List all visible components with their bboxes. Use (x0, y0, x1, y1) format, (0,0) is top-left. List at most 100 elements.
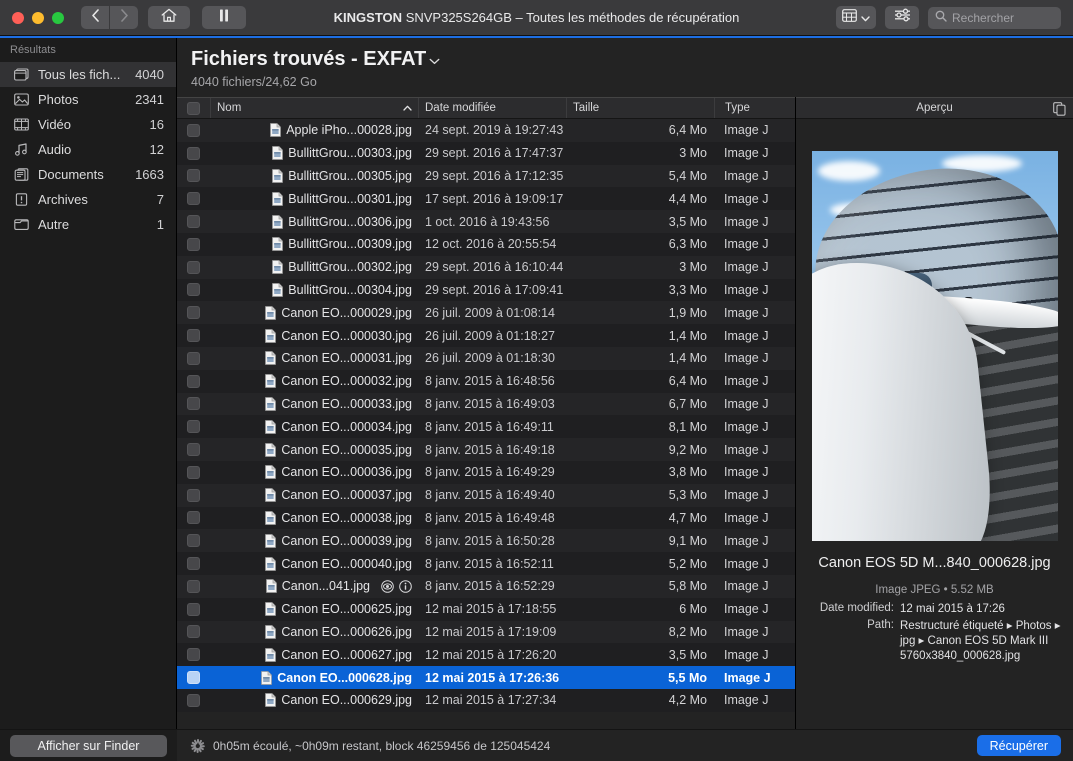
table-row[interactable]: Canon EO...000627.jpg 12 mai 2015 à 17:26… (177, 643, 795, 667)
row-checkbox-cell[interactable] (177, 260, 210, 274)
table-row[interactable]: BullittGrou...00302.jpg 29 sept. 2016 à 1… (177, 255, 795, 279)
table-row[interactable]: BullittGrou...00305.jpg 29 sept. 2016 à 1… (177, 164, 795, 188)
row-checkbox-cell[interactable] (177, 648, 210, 662)
table-row[interactable]: BullittGrou...00309.jpg 12 oct. 2016 à 20… (177, 232, 795, 256)
table-row[interactable]: Canon EO...000031.jpg 26 juil. 2009 à 01:… (177, 346, 795, 370)
row-checkbox-cell[interactable] (177, 693, 210, 707)
row-checkbox-cell[interactable] (177, 237, 210, 251)
minimize-window-button[interactable] (32, 11, 44, 24)
table-row[interactable]: Canon EO...000030.jpg 26 juil. 2009 à 01:… (177, 324, 795, 347)
file-list[interactable]: Apple iPho...00028.jpg 24 sept. 2019 à 19… (177, 119, 795, 729)
row-checkbox-cell[interactable] (177, 625, 210, 639)
copy-icon[interactable] (1053, 102, 1066, 119)
filter-settings-button[interactable] (885, 6, 919, 29)
row-checkbox-cell[interactable] (177, 443, 210, 457)
row-checkbox[interactable] (187, 169, 200, 183)
close-window-button[interactable] (12, 11, 24, 24)
table-row[interactable]: Canon EO...000038.jpg 8 janv. 2015 à 16:4… (177, 506, 795, 530)
row-checkbox-cell[interactable] (177, 602, 210, 616)
row-checkbox[interactable] (187, 329, 200, 343)
row-checkbox[interactable] (187, 215, 200, 229)
row-checkbox-cell[interactable] (177, 374, 210, 388)
row-checkbox[interactable] (187, 579, 200, 593)
table-row[interactable]: Canon EO...000628.jpg 12 mai 2015 à 17:26… (177, 666, 795, 689)
row-checkbox-cell[interactable] (177, 283, 210, 297)
show-in-finder-button[interactable]: Afficher sur Finder (10, 734, 167, 757)
row-checkbox[interactable] (187, 306, 200, 320)
table-row[interactable]: Canon EO...000040.jpg 8 janv. 2015 à 16:5… (177, 552, 795, 575)
table-row[interactable]: Canon...041.jpg 8 janv. 2015 à 16:52:29 5,… (177, 574, 795, 598)
row-checkbox[interactable] (187, 625, 200, 639)
row-checkbox[interactable] (187, 192, 200, 206)
column-header-size[interactable]: Taille (566, 98, 714, 118)
table-row[interactable]: Canon EO...000032.jpg 8 janv. 2015 à 16:4… (177, 369, 795, 393)
row-checkbox-cell[interactable] (177, 420, 210, 434)
home-button[interactable] (148, 6, 190, 29)
row-checkbox-cell[interactable] (177, 351, 210, 365)
column-header-date[interactable]: Date modifiée (418, 98, 566, 118)
table-row[interactable]: Canon EO...000039.jpg 8 janv. 2015 à 16:5… (177, 529, 795, 553)
column-header-name[interactable]: Nom (210, 98, 418, 118)
row-checkbox-cell[interactable] (177, 215, 210, 229)
sidebar-item-audio[interactable]: Audio 12 (0, 137, 176, 162)
sidebar-item-photos[interactable]: Photos 2341 (0, 87, 176, 112)
table-row[interactable]: Canon EO...000035.jpg 8 janv. 2015 à 16:4… (177, 438, 795, 461)
row-checkbox[interactable] (187, 420, 200, 434)
row-checkbox-cell[interactable] (177, 557, 210, 571)
preview-image[interactable] (811, 151, 1058, 541)
row-checkbox[interactable] (187, 283, 200, 297)
row-checkbox-cell[interactable] (177, 169, 210, 183)
row-checkbox[interactable] (187, 648, 200, 662)
table-row[interactable]: Canon EO...000036.jpg 8 janv. 2015 à 16:4… (177, 460, 795, 484)
sidebar-item-all-files[interactable]: Tous les fich... 4040 (0, 62, 176, 87)
row-checkbox[interactable] (187, 351, 200, 365)
row-checkbox-cell[interactable] (177, 511, 210, 525)
row-checkbox-cell[interactable] (177, 306, 210, 320)
sidebar-item-documents[interactable]: Documents 1663 (0, 162, 176, 187)
table-row[interactable]: Apple iPho...00028.jpg 24 sept. 2019 à 19… (177, 119, 795, 142)
table-row[interactable]: Canon EO...000037.jpg 8 janv. 2015 à 16:4… (177, 483, 795, 507)
view-mode-button[interactable] (836, 6, 876, 29)
zoom-window-button[interactable] (52, 11, 64, 24)
table-row[interactable]: Canon EO...000029.jpg 26 juil. 2009 à 01:… (177, 301, 795, 325)
row-checkbox-cell[interactable] (177, 397, 210, 411)
table-row[interactable]: Canon EO...000625.jpg 12 mai 2015 à 17:18… (177, 597, 795, 621)
row-checkbox[interactable] (187, 488, 200, 502)
row-checkbox-cell[interactable] (177, 123, 210, 137)
row-checkbox[interactable] (187, 693, 200, 707)
table-row[interactable]: Canon EO...000629.jpg 12 mai 2015 à 17:27… (177, 688, 795, 712)
row-checkbox[interactable] (187, 511, 200, 525)
select-all-checkbox[interactable] (187, 101, 200, 115)
back-button[interactable] (81, 6, 109, 29)
sidebar-item-other[interactable]: Autre 1 (0, 212, 176, 237)
row-checkbox[interactable] (187, 465, 200, 479)
recover-button[interactable]: Récupérer (976, 735, 1061, 756)
row-checkbox-cell[interactable] (177, 465, 210, 479)
pause-scan-button[interactable] (202, 6, 246, 29)
row-checkbox-cell[interactable] (177, 488, 210, 502)
table-row[interactable]: BullittGrou...00304.jpg 29 sept. 2016 à 1… (177, 278, 795, 302)
info-icon[interactable] (399, 580, 412, 593)
column-header-type[interactable]: Type (714, 98, 795, 118)
column-header-checkbox[interactable] (177, 98, 210, 118)
row-checkbox-cell[interactable] (177, 329, 210, 343)
sidebar-item-video[interactable]: Vidéo 16 (0, 112, 176, 137)
row-checkbox-cell[interactable] (177, 579, 210, 593)
row-checkbox[interactable] (187, 602, 200, 616)
row-checkbox[interactable] (187, 671, 200, 685)
forward-button[interactable] (110, 6, 138, 29)
chevron-down-icon[interactable] (429, 48, 440, 71)
table-row[interactable]: Canon EO...000033.jpg 8 janv. 2015 à 16:4… (177, 392, 795, 416)
row-checkbox[interactable] (187, 146, 200, 160)
row-checkbox[interactable] (187, 557, 200, 571)
row-checkbox-cell[interactable] (177, 671, 210, 685)
table-row[interactable]: Canon EO...000034.jpg 8 janv. 2015 à 16:4… (177, 415, 795, 439)
row-checkbox-cell[interactable] (177, 534, 210, 548)
row-checkbox-cell[interactable] (177, 192, 210, 206)
table-row[interactable]: BullittGrou...00301.jpg 17 sept. 2016 à 1… (177, 187, 795, 211)
row-checkbox[interactable] (187, 123, 200, 137)
row-checkbox[interactable] (187, 534, 200, 548)
row-checkbox[interactable] (187, 397, 200, 411)
row-checkbox[interactable] (187, 374, 200, 388)
row-checkbox-cell[interactable] (177, 146, 210, 160)
